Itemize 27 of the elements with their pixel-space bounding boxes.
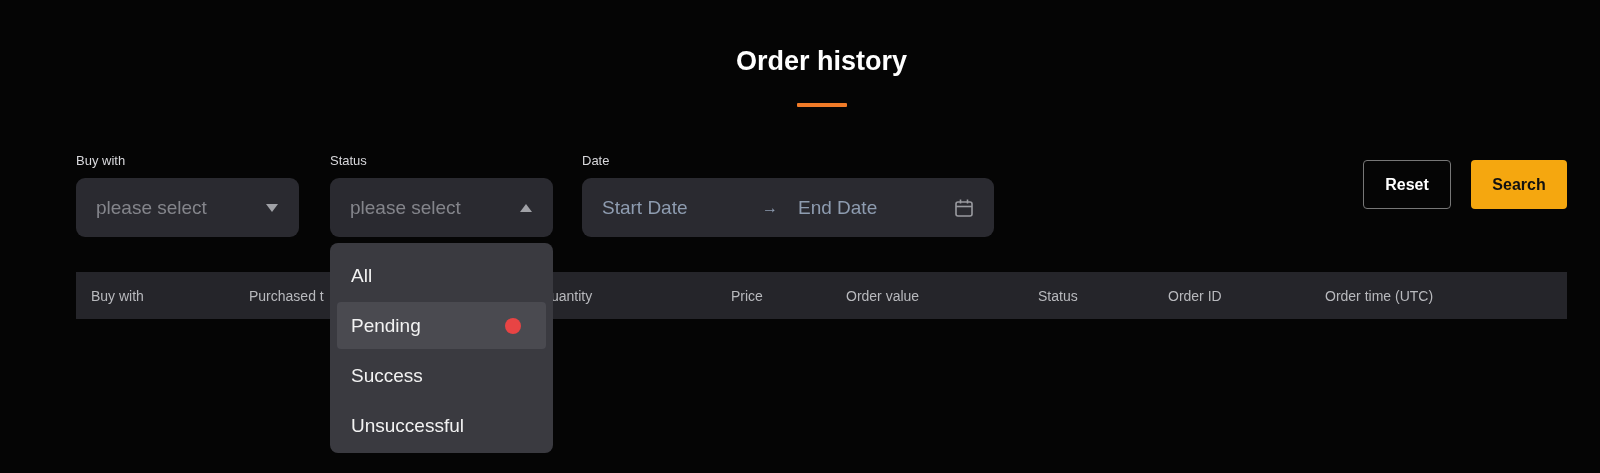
column-header: uantity [551, 287, 594, 304]
dropdown-option[interactable]: All [337, 252, 546, 299]
caret-icon [519, 202, 533, 213]
column-header: Order ID [1168, 287, 1223, 304]
cursor-dot [505, 318, 521, 334]
field-label: Status [330, 153, 368, 169]
dropdown-option[interactable]: Unsuccessful [337, 402, 546, 449]
date-range-field[interactable]: Start Date → End Date [582, 178, 994, 237]
dropdown-option[interactable]: Pending [337, 302, 546, 349]
arrow-separator: → [762, 198, 778, 217]
page-title: Order history [735, 45, 907, 78]
column-header: Order value [846, 287, 921, 304]
column-header: Purchased t [249, 287, 325, 304]
reset-button[interactable]: Reset [1363, 160, 1451, 209]
column-header: Buy with [91, 287, 145, 304]
calendar-icon [954, 197, 974, 218]
field-label: Buy with [76, 153, 127, 169]
column-header: Price [731, 287, 764, 304]
column-header: Order time (UTC) [1325, 287, 1435, 304]
select-field[interactable]: please select [330, 178, 553, 237]
title-underline [796, 103, 847, 107]
select-field[interactable]: please select [76, 178, 299, 237]
column-header: Status [1038, 287, 1079, 304]
dropdown-option[interactable]: Success [337, 352, 546, 399]
field-label: Date [582, 153, 611, 169]
search-button[interactable]: Search [1471, 160, 1567, 209]
caret-icon [265, 202, 279, 213]
